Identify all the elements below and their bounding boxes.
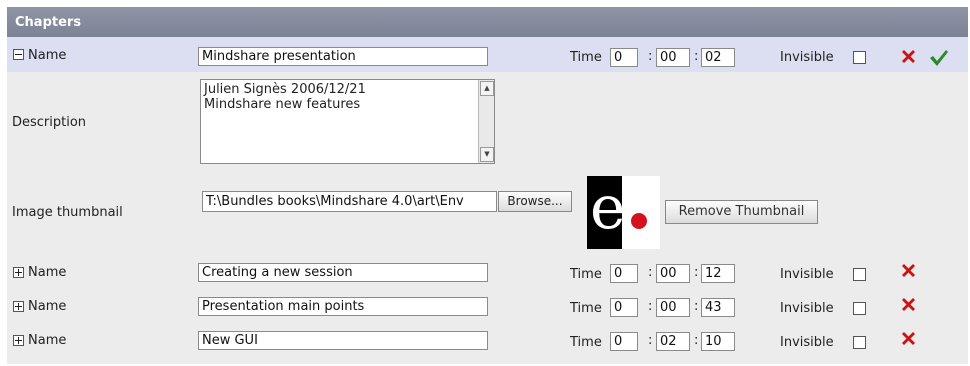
time-seconds-input[interactable]: 43 xyxy=(701,298,735,317)
name-label: Name xyxy=(28,48,67,63)
description-line: Mindshare new features xyxy=(204,97,361,112)
description-textarea[interactable]: Julien Signès 2006/12/21 Mindshare new f… xyxy=(200,79,495,164)
time-hours-input[interactable]: 0 xyxy=(610,48,638,67)
panel-header: Chapters xyxy=(7,7,968,37)
time-separator: : xyxy=(694,265,699,280)
time-hours-input[interactable]: 0 xyxy=(610,298,638,317)
time-label: Time xyxy=(570,267,602,282)
time-separator: : xyxy=(648,49,653,64)
expand-icon[interactable] xyxy=(13,301,24,312)
invisible-checkbox[interactable] xyxy=(853,51,866,64)
time-minutes-input[interactable]: 00 xyxy=(656,48,690,67)
delete-icon[interactable] xyxy=(900,296,917,313)
time-separator: : xyxy=(694,299,699,314)
delete-icon[interactable] xyxy=(900,48,917,65)
invisible-label: Invisible xyxy=(780,335,834,350)
chapter-row: Name New GUI Time 0 : 02 : 10 Invisible xyxy=(7,328,968,362)
delete-icon[interactable] xyxy=(900,262,917,279)
time-separator: : xyxy=(648,299,653,314)
name-label: Name xyxy=(28,299,67,314)
delete-icon[interactable] xyxy=(900,330,917,347)
description-scrollbar[interactable]: ▲ ▼ xyxy=(478,80,494,163)
chapter-name-input[interactable]: Presentation main points xyxy=(198,297,488,316)
time-separator: : xyxy=(694,49,699,64)
thumbnail-image: e xyxy=(587,176,660,249)
panel-title: Chapters xyxy=(15,15,82,30)
time-seconds-input[interactable]: 10 xyxy=(701,332,735,351)
thumbnail-letter-icon: e xyxy=(590,176,626,243)
time-label: Time xyxy=(570,50,602,65)
time-separator: : xyxy=(694,333,699,348)
chapter-name-input[interactable]: New GUI xyxy=(198,331,488,350)
chapter-name-input[interactable]: Creating a new session xyxy=(198,263,488,282)
time-minutes-input[interactable]: 02 xyxy=(656,332,690,351)
thumbnail-label: Image thumbnail xyxy=(12,205,123,220)
description-line: Julien Signès 2006/12/21 xyxy=(204,82,366,97)
scroll-up-icon[interactable]: ▲ xyxy=(480,81,494,96)
expand-icon[interactable] xyxy=(13,267,24,278)
time-hours-input[interactable]: 0 xyxy=(610,264,638,283)
time-hours-input[interactable]: 0 xyxy=(610,332,638,351)
thumbnail-path-input[interactable]: T:\Bundles books\Mindshare 4.0\art\Env xyxy=(202,191,497,212)
chapter-name-input[interactable]: Mindshare presentation xyxy=(198,47,488,66)
invisible-checkbox[interactable] xyxy=(853,302,866,315)
browse-button[interactable]: Browse... xyxy=(498,191,572,212)
name-label: Name xyxy=(28,265,67,280)
time-minutes-input[interactable]: 00 xyxy=(656,264,690,283)
chapter-row-expanded: Name Mindshare presentation Time 0 : 00 … xyxy=(7,37,968,72)
scroll-down-icon[interactable]: ▼ xyxy=(480,147,494,162)
time-separator: : xyxy=(648,333,653,348)
invisible-label: Invisible xyxy=(780,267,834,282)
time-separator: : xyxy=(648,265,653,280)
time-label: Time xyxy=(570,335,602,350)
invisible-label: Invisible xyxy=(780,301,834,316)
name-label: Name xyxy=(28,333,67,348)
collapse-icon[interactable] xyxy=(13,49,24,60)
checkmark-icon[interactable] xyxy=(929,49,949,67)
chapter-row: Name Creating a new session Time 0 : 00 … xyxy=(7,260,968,294)
invisible-checkbox[interactable] xyxy=(853,336,866,349)
invisible-checkbox[interactable] xyxy=(853,268,866,281)
time-seconds-input[interactable]: 02 xyxy=(701,48,735,67)
chapter-row: Name Presentation main points Time 0 : 0… xyxy=(7,294,968,328)
chapters-panel: Chapters Name Mindshare presentation Tim… xyxy=(7,7,968,364)
remove-thumbnail-button[interactable]: Remove Thumbnail xyxy=(665,200,818,224)
description-label: Description xyxy=(12,115,87,130)
time-minutes-input[interactable]: 00 xyxy=(656,298,690,317)
time-label: Time xyxy=(570,301,602,316)
time-seconds-input[interactable]: 12 xyxy=(701,264,735,283)
invisible-label: Invisible xyxy=(780,50,834,65)
expand-icon[interactable] xyxy=(13,335,24,346)
